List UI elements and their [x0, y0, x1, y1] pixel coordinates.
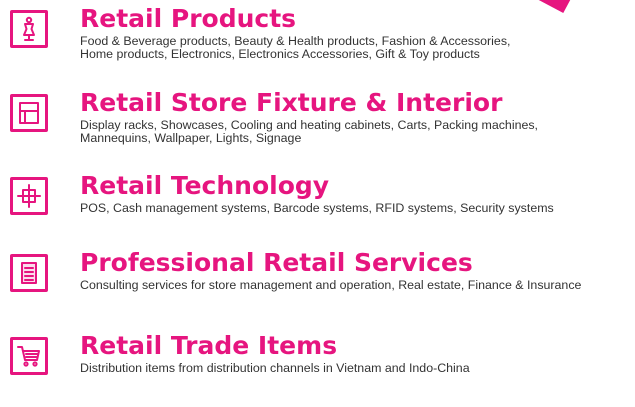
category-professional-services: Professional Retail Services Consulting … — [10, 248, 635, 324]
category-retail-trade-items: Retail Trade Items Distribution items fr… — [10, 331, 635, 407]
category-description: Display racks, Showcases, Cooling and he… — [80, 119, 538, 145]
category-title: Retail Trade Items — [80, 331, 338, 360]
category-title: Retail Technology — [80, 171, 330, 200]
description-line: Mannequins, Wallpaper, Lights, Signage — [80, 131, 302, 145]
category-title: Retail Store Fixture & Interior — [80, 88, 503, 117]
category-retail-technology: Retail Technology POS, Cash management s… — [10, 171, 635, 247]
category-description: Distribution items from distribution cha… — [80, 362, 470, 375]
store-fixture-icon — [10, 94, 48, 132]
category-description: Food & Beverage products, Beauty & Healt… — [80, 35, 510, 61]
description-line: Consulting services for store management… — [80, 278, 582, 292]
document-icon — [10, 254, 48, 292]
description-line: Home products, Electronics, Electronics … — [80, 47, 480, 61]
category-title: Professional Retail Services — [80, 248, 473, 277]
category-description: Consulting services for store management… — [80, 279, 581, 292]
shopping-cart-icon — [10, 337, 48, 375]
target-crosshair-icon — [10, 177, 48, 215]
description-line: Distribution items from distribution cha… — [80, 361, 470, 375]
description-line: POS, Cash management systems, Barcode sy… — [80, 201, 554, 215]
category-retail-products: Retail Products Food & Beverage products… — [10, 4, 635, 80]
mannequin-icon — [10, 10, 48, 48]
category-store-fixture: Retail Store Fixture & Interior Display … — [10, 88, 635, 164]
category-title: Retail Products — [80, 4, 297, 33]
category-description: POS, Cash management systems, Barcode sy… — [80, 202, 554, 215]
